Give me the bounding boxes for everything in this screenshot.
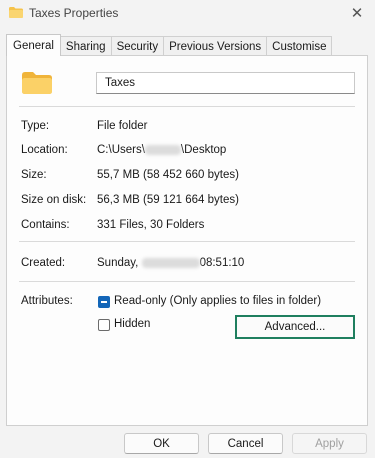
divider — [19, 281, 355, 282]
advanced-button-label: Advanced... — [264, 321, 326, 333]
tab-general[interactable]: General — [6, 34, 61, 56]
folder-name-input[interactable] — [96, 72, 355, 94]
size-on-disk-value: 56,3 MB (59 121 664 bytes) — [97, 194, 239, 206]
hidden-label: Hidden — [114, 318, 151, 330]
type-label: Type: — [21, 120, 50, 132]
created-value: Sunday, 08:51:10 — [97, 257, 245, 269]
contains-label: Contains: — [21, 219, 70, 231]
apply-button[interactable]: Apply — [292, 433, 367, 454]
tab-previous-versions[interactable]: Previous Versions — [163, 36, 268, 56]
size-label: Size: — [21, 169, 47, 181]
redacted-username — [144, 144, 181, 155]
apply-label: Apply — [315, 437, 344, 450]
window-title: Taxes Properties — [29, 6, 119, 20]
close-button[interactable]: ✕ — [339, 0, 375, 26]
divider — [19, 106, 355, 107]
tab-customise[interactable]: Customise — [266, 36, 333, 56]
attributes-label: Attributes: — [21, 295, 73, 307]
location-value: C:\Users\ \Desktop — [97, 144, 227, 156]
close-icon: ✕ — [350, 5, 364, 22]
tab-strip: General Sharing Security Previous Versio… — [6, 34, 333, 56]
advanced-button[interactable]: Advanced... — [235, 315, 355, 339]
cancel-button[interactable]: Cancel — [208, 433, 283, 454]
title-bar: Taxes Properties ✕ — [0, 0, 375, 28]
readonly-checkbox[interactable] — [98, 296, 110, 308]
created-label: Created: — [21, 257, 66, 269]
contains-value: 331 Files, 30 Folders — [97, 219, 205, 231]
size-value: 55,7 MB (58 452 660 bytes) — [97, 169, 239, 181]
folder-icon — [9, 7, 23, 18]
divider — [19, 241, 355, 242]
location-label: Location: — [21, 144, 68, 156]
hidden-checkbox[interactable] — [98, 319, 110, 331]
ok-label: OK — [153, 437, 170, 450]
redacted-date — [141, 257, 200, 268]
general-tab-panel: Type: File folder Location: C:\Users\\De… — [6, 55, 368, 426]
indeterminate-icon — [101, 301, 107, 303]
type-value: File folder — [97, 120, 148, 132]
ok-button[interactable]: OK — [124, 433, 199, 454]
tab-security[interactable]: Security — [110, 36, 165, 56]
size-on-disk-label: Size on disk: — [21, 194, 87, 206]
tab-sharing[interactable]: Sharing — [59, 36, 112, 56]
cancel-label: Cancel — [227, 437, 264, 450]
folder-icon — [22, 72, 52, 94]
readonly-label: Read-only (Only applies to files in fold… — [114, 295, 322, 307]
